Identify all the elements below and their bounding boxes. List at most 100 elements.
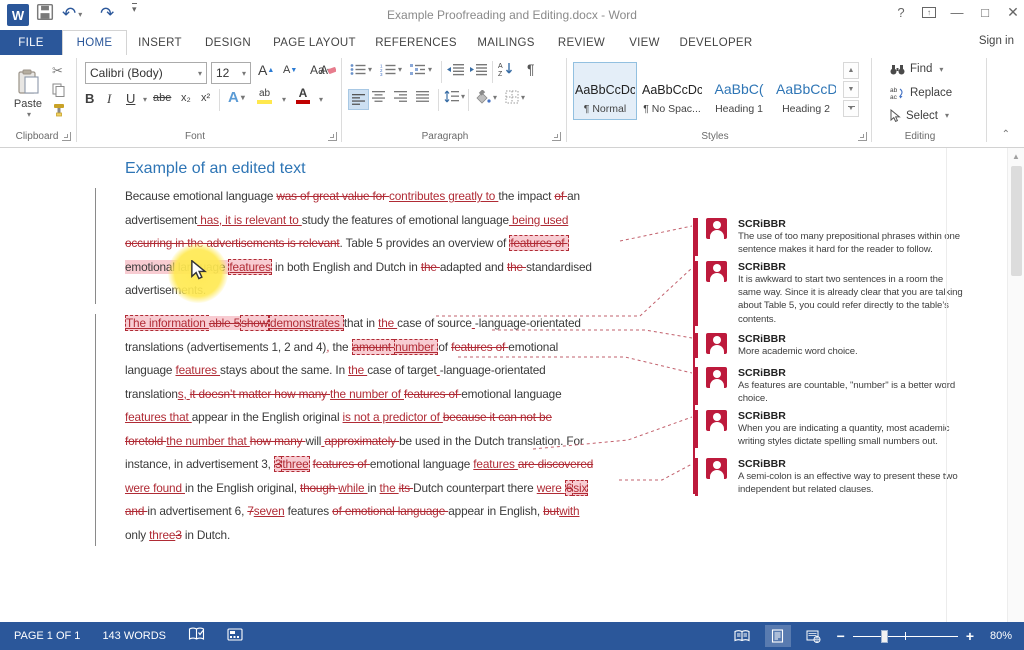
tab-insert[interactable]: INSERT <box>127 30 193 55</box>
text-segment[interactable]: amount <box>352 339 395 355</box>
text-segment[interactable]: but <box>543 504 559 518</box>
text-segment[interactable]: emotional <box>508 340 558 354</box>
minimize-icon[interactable]: — <box>950 5 964 20</box>
multilevel-list-button[interactable]: ▾ <box>410 63 432 76</box>
text-segment[interactable]: -language-orientated <box>475 316 581 330</box>
tab-review[interactable]: REVIEW <box>546 30 617 55</box>
style-heading-1[interactable]: AaBbC(Heading 1 <box>707 62 771 120</box>
document-text-line[interactable]: were found in the English original, thou… <box>125 478 588 502</box>
text-segment[interactable]: occurring in the advertisements is relev… <box>125 236 340 250</box>
paste-button[interactable]: Paste ▾ <box>6 61 50 127</box>
zoom-slider-handle[interactable] <box>881 630 888 643</box>
text-segment[interactable]: translation <box>125 387 178 401</box>
text-segment[interactable]: in both English and Dutch in <box>272 260 421 274</box>
styles-dialog-launcher[interactable] <box>858 132 867 141</box>
justify-button[interactable] <box>416 91 429 102</box>
text-segment[interactable]: number <box>394 339 438 355</box>
text-segment[interactable]: features <box>473 457 518 471</box>
text-segment[interactable]: the number that <box>166 434 250 448</box>
scrollbar-thumb[interactable] <box>1011 166 1022 276</box>
sort-button[interactable]: AZ <box>498 61 515 77</box>
text-segment[interactable]: only <box>125 528 149 542</box>
font-name-select[interactable]: Calibri (Body)▾ <box>85 62 207 84</box>
text-segment[interactable]: it doesn’t matter how many <box>190 387 330 401</box>
highlight-dropdown-icon[interactable]: ▾ <box>282 95 286 104</box>
text-segment[interactable]: appear in English, <box>448 504 543 518</box>
text-segment[interactable]: features of <box>451 340 508 354</box>
text-segment[interactable]: translations (advertisements 1, 2 and 4) <box>125 340 326 354</box>
text-segment[interactable]: features that <box>125 410 192 424</box>
text-segment[interactable]: advertisement <box>125 213 197 227</box>
text-segment[interactable]: features of <box>313 457 370 471</box>
document-text-line[interactable]: translations, it doesn’t matter how many… <box>125 384 562 408</box>
text-segment[interactable]: three <box>149 528 175 542</box>
text-segment[interactable]: in advertisement 6, <box>147 504 247 518</box>
style--no-spac-[interactable]: AaBbCcDc¶ No Spac... <box>640 62 704 120</box>
styles-scroll-up-icon[interactable]: ▲ <box>843 62 859 79</box>
select-button[interactable]: Select▾ <box>890 109 949 122</box>
text-segment[interactable]: appear in the English original <box>192 410 343 424</box>
document-text-line[interactable]: advertisement has, it is relevant to stu… <box>125 210 568 234</box>
text-segment[interactable]: of emotional language <box>332 504 448 518</box>
styles-scroll-down-icon[interactable]: ▼ <box>843 81 859 98</box>
superscript-button[interactable]: x² <box>201 92 210 104</box>
text-segment[interactable]: instance, in advertisement 3, <box>125 457 274 471</box>
grow-font-button[interactable]: A▲ <box>258 62 274 78</box>
font-size-select[interactable]: 12▾ <box>211 62 251 84</box>
text-segment[interactable]: language <box>125 363 175 377</box>
text-segment[interactable]: in <box>368 481 380 495</box>
font-dialog-launcher[interactable] <box>328 132 337 141</box>
zoom-out-icon[interactable]: − <box>837 628 845 644</box>
tab-references[interactable]: REFERENCES <box>366 30 466 55</box>
text-segment[interactable]: Dutch counterpart there <box>413 481 537 495</box>
comment-4[interactable]: SCRiBBRAs features are countable, "numbe… <box>695 367 948 405</box>
text-segment[interactable]: has, it is relevant to <box>197 213 302 227</box>
comment-5[interactable]: SCRiBBRWhen you are indicating a quantit… <box>695 410 948 448</box>
maximize-icon[interactable]: □ <box>978 5 992 20</box>
text-segment[interactable]: in Dutch. <box>182 528 230 542</box>
text-segment[interactable]: the <box>329 340 351 354</box>
scroll-up-icon[interactable]: ▲ <box>1008 148 1024 161</box>
text-segment[interactable]: the <box>380 481 399 495</box>
styles-more-icon[interactable]: ▼ <box>843 100 859 117</box>
comment-1[interactable]: SCRiBBRThe use of too many prepositional… <box>695 218 948 256</box>
tab-home[interactable]: HOME <box>62 30 127 55</box>
text-segment[interactable]: were found <box>125 481 185 495</box>
text-segment[interactable]: being used <box>509 213 568 227</box>
text-segment[interactable]: be used in the Dutch translation. For <box>399 434 584 448</box>
text-segment[interactable]: its <box>399 481 413 495</box>
collapse-ribbon-icon[interactable]: ⌃ <box>1002 129 1010 140</box>
ribbon-display-icon[interactable]: ↑ <box>922 7 936 18</box>
text-segment[interactable]: . Table 5 provides an overview of <box>340 236 510 250</box>
document-text-line[interactable]: translations (advertisements 1, 2 and 4)… <box>125 337 558 361</box>
text-segment[interactable]: the <box>507 260 526 274</box>
format-painter-button[interactable] <box>52 103 66 117</box>
text-segment[interactable]: were <box>537 481 565 495</box>
text-segment[interactable]: with <box>559 504 579 518</box>
web-layout-button[interactable] <box>801 625 827 647</box>
text-segment[interactable]: study the features of emotional language <box>302 213 509 227</box>
bullets-button[interactable]: ▾ <box>350 63 372 76</box>
document-text-line[interactable]: language features stays about the same. … <box>125 360 546 384</box>
document-text-line[interactable]: instance, in advertisement 3, 3three fea… <box>125 454 593 478</box>
bold-button[interactable]: B <box>85 91 94 106</box>
align-center-button[interactable] <box>372 91 385 102</box>
text-segment[interactable]: s, <box>178 387 190 401</box>
text-segment[interactable]: contributes greatly to <box>389 189 498 203</box>
text-segment[interactable]: that in <box>344 316 378 330</box>
text-segment[interactable]: features <box>284 504 332 518</box>
document-text-line[interactable]: The information able 5showdemonstrates t… <box>125 313 581 337</box>
read-mode-button[interactable] <box>729 625 755 647</box>
line-spacing-button[interactable]: ▾ <box>444 90 465 103</box>
text-segment[interactable]: while <box>338 481 367 495</box>
text-segment[interactable]: features of <box>509 235 568 251</box>
text-segment[interactable]: an <box>567 189 580 203</box>
decrease-indent-button[interactable] <box>447 63 464 76</box>
text-segment[interactable]: case of source <box>397 316 472 330</box>
text-segment[interactable]: emotional language <box>461 387 561 401</box>
text-segment[interactable]: three <box>281 456 309 472</box>
document-area[interactable]: Example of an edited text Because emotio… <box>0 148 1024 622</box>
document-text-line[interactable]: foretold the number that how many will a… <box>125 431 584 455</box>
text-segment[interactable]: seven <box>254 504 285 518</box>
text-segment[interactable]: case of target <box>367 363 436 377</box>
